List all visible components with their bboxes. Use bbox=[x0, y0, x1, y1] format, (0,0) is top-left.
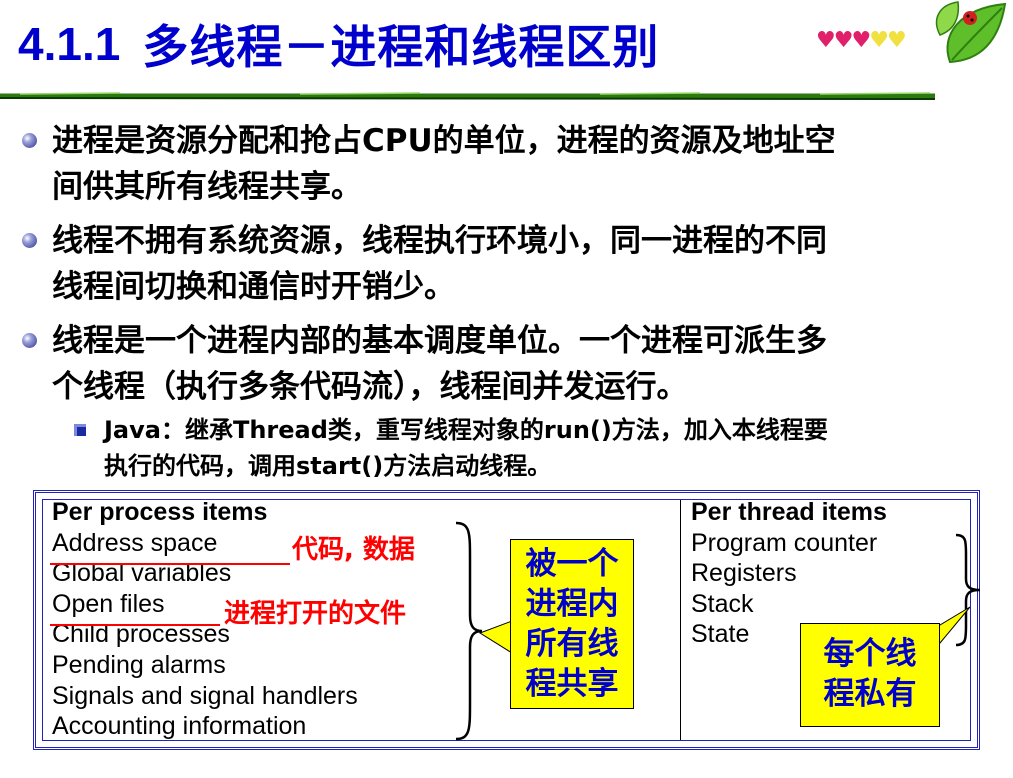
bullet-icon bbox=[22, 233, 37, 248]
thread-item: Program counter bbox=[691, 528, 878, 557]
per-process-header: Per process items bbox=[52, 498, 268, 526]
bullet-line: 线程不拥有系统资源，线程执行环境小，同一进程的不同 bbox=[52, 223, 827, 259]
shared-callout: 被一个 进程内 所有线 程共享 bbox=[510, 539, 634, 709]
sub-bullet-line: Java：继承Thread类，重写线程对象的run()方法，加入本线程要 bbox=[104, 416, 828, 444]
title-divider bbox=[0, 92, 935, 100]
address-note: 代码, 数据 bbox=[292, 535, 415, 565]
slide-title: 4.1.1 多线程－进程和线程区别 bbox=[18, 4, 659, 84]
bullet-list: 进程是资源分配和抢占CPU的单位，进程的资源及地址空 间供其所有线程共享。 线程… bbox=[18, 118, 988, 484]
bullet-line: 间供其所有线程共享。 bbox=[52, 169, 362, 205]
bullet-item: 进程是资源分配和抢占CPU的单位，进程的资源及地址空 间供其所有线程共享。 bbox=[18, 118, 988, 210]
bullet-icon bbox=[22, 133, 37, 148]
leaf-icon bbox=[935, 1, 1007, 64]
bullet-line: 个线程（执行多条代码流），线程间并发运行。 bbox=[52, 369, 688, 405]
bullet-item: 线程不拥有系统资源，线程执行环境小，同一进程的不同 线程间切换和通信时开销少。 bbox=[18, 218, 988, 310]
title-text: 多线程－进程和线程区别 bbox=[142, 20, 660, 74]
files-underline bbox=[50, 624, 220, 626]
process-item: Pending alarms bbox=[52, 650, 226, 679]
private-callout: 每个线 程私有 bbox=[800, 623, 940, 727]
thread-item: Registers bbox=[691, 559, 797, 588]
process-item: Accounting information bbox=[52, 712, 307, 741]
files-note: 进程打开的文件 bbox=[224, 599, 407, 629]
title-number: 4.1.1 bbox=[18, 18, 121, 70]
bullet-line: 线程是一个进程内部的基本调度单位。一个进程可派生多 bbox=[52, 323, 827, 359]
address-underline bbox=[50, 563, 290, 565]
bullet-item: 线程是一个进程内部的基本调度单位。一个进程可派生多 个线程（执行多条代码流），线… bbox=[18, 318, 988, 410]
bullet-icon bbox=[22, 333, 37, 348]
column-divider bbox=[680, 500, 681, 740]
bullet-line: 进程是资源分配和抢占CPU的单位，进程的资源及地址空 bbox=[52, 123, 836, 159]
items-table: Per process items Address space Global v… bbox=[33, 490, 981, 750]
per-thread-header: Per thread items bbox=[691, 498, 887, 526]
sub-bullet-line: 执行的代码，调用start()方法启动线程。 bbox=[104, 452, 552, 480]
thread-item: Stack bbox=[691, 589, 754, 618]
callout-pointer bbox=[478, 620, 513, 654]
bullet-line: 线程间切换和通信时开销少。 bbox=[52, 269, 455, 305]
square-bullet-icon bbox=[74, 424, 86, 436]
sub-bullet-item: Java：继承Thread类，重写线程对象的run()方法，加入本线程要 执行的… bbox=[18, 412, 988, 484]
process-item: Signals and signal handlers bbox=[52, 681, 358, 710]
hearts-icon: ♥ ♥ ♥ ♥ ♥ bbox=[816, 28, 907, 53]
